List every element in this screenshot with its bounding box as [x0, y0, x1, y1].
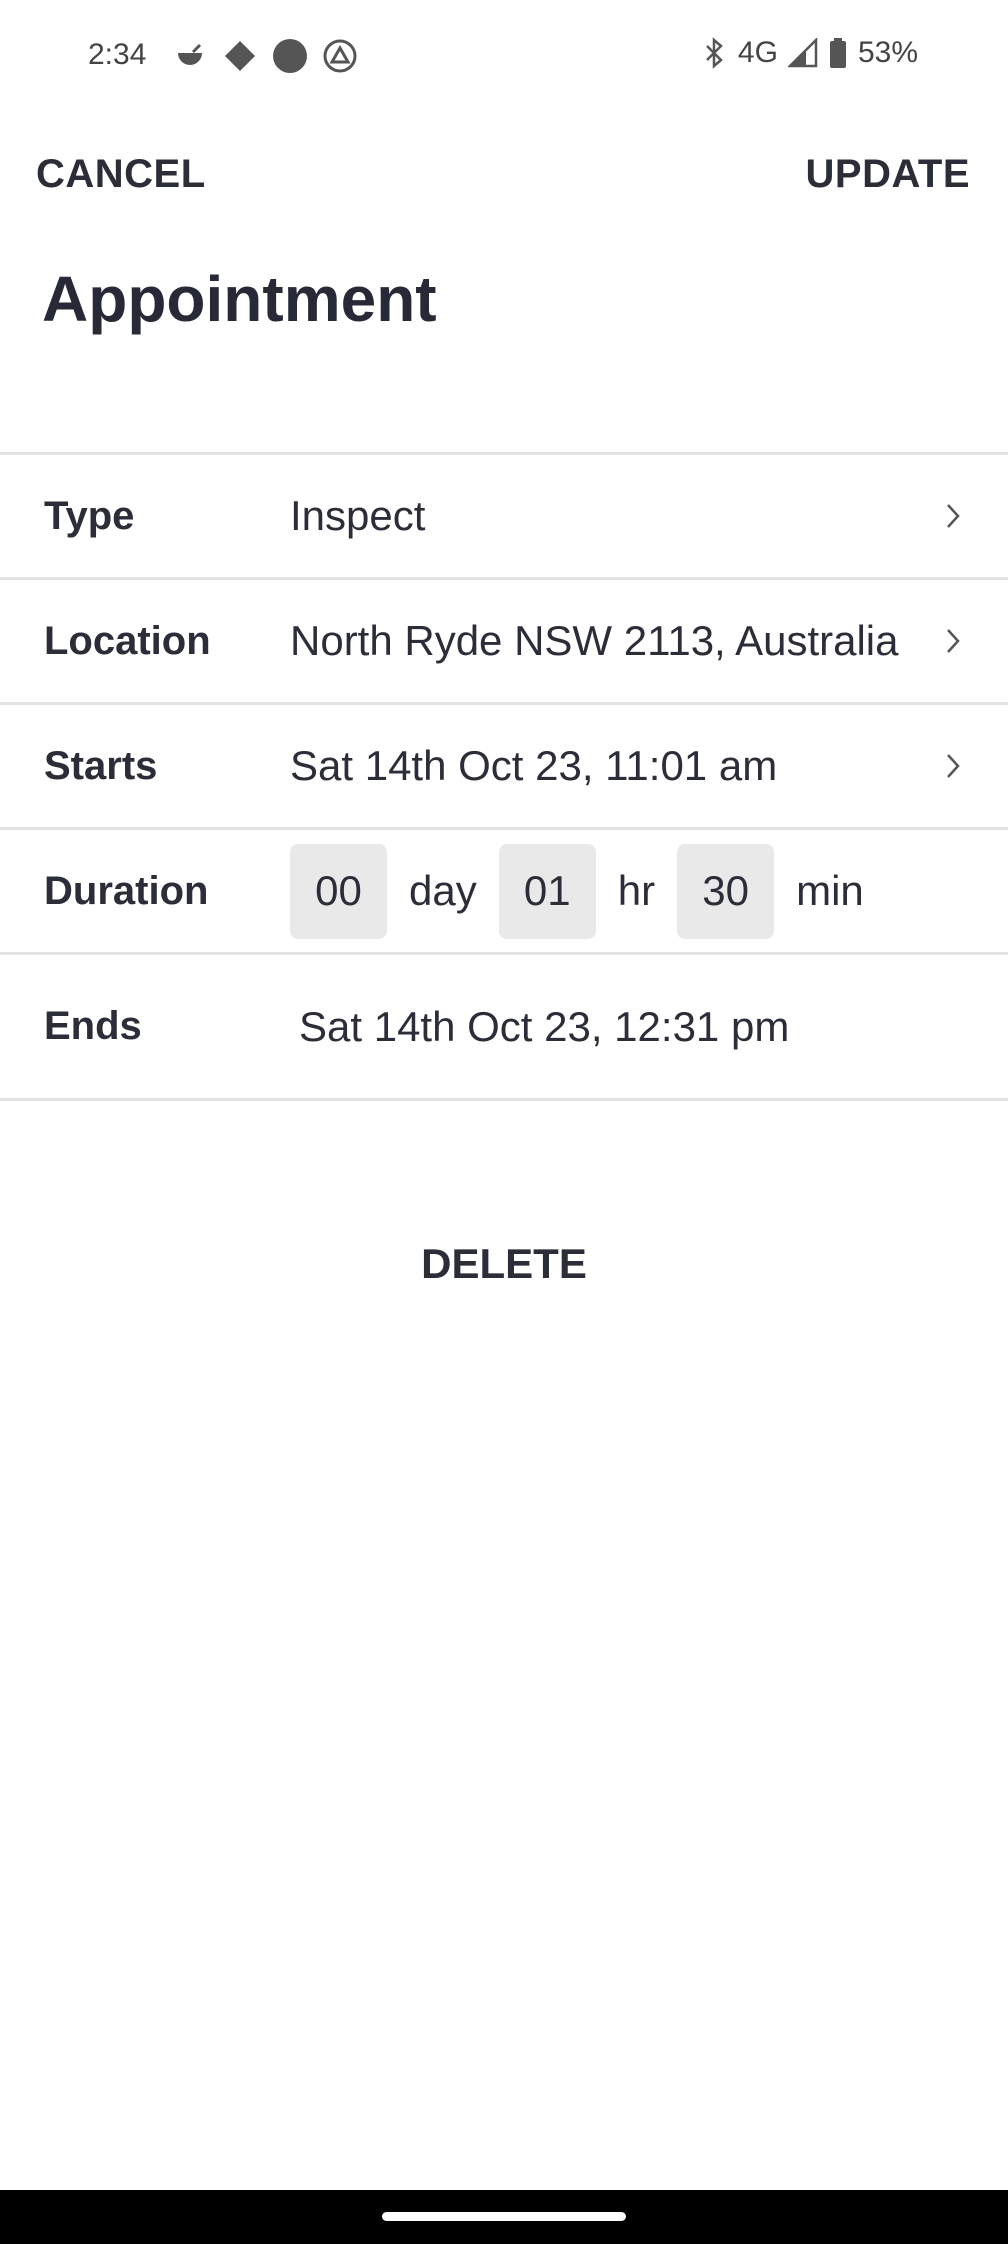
ends-row: Ends Sat 14th Oct 23, 12:31 pm: [0, 955, 1008, 1101]
bowl-icon: [172, 38, 208, 74]
navigation-bar: [0, 2190, 1008, 2244]
chevron-right-icon: [938, 751, 968, 781]
starts-row[interactable]: Starts Sat 14th Oct 23, 11:01 am: [0, 705, 1008, 830]
duration-days-input[interactable]: 00: [290, 843, 387, 939]
type-label: Type: [44, 493, 135, 538]
starts-label: Starts: [44, 743, 158, 788]
type-row[interactable]: Type Inspect: [0, 455, 1008, 580]
location-value: North Ryde NSW 2113, Australia: [290, 617, 899, 664]
duration-row: Duration 00 day 01 hr 30 min: [0, 830, 1008, 955]
network-type: 4G: [737, 36, 778, 69]
battery-icon: [828, 37, 848, 69]
starts-value: Sat 14th Oct 23, 11:01 am: [290, 742, 778, 789]
cancel-button[interactable]: CANCEL: [36, 152, 206, 197]
status-bar: 2:34 4G 53%: [0, 0, 1008, 116]
triangle-icon: [322, 38, 358, 74]
ends-value: Sat 14th Oct 23, 12:31 pm: [299, 1002, 790, 1050]
status-indicators: 4G 53%: [702, 36, 918, 70]
notification-icons: [172, 38, 358, 74]
bluetooth-icon: [702, 36, 728, 70]
duration-minutes-input[interactable]: 30: [677, 843, 775, 939]
circle-icon: [272, 38, 308, 74]
duration-minute-unit: min: [796, 867, 864, 914]
duration-day-unit: day: [409, 867, 477, 914]
duration-hour-unit: hr: [617, 867, 656, 914]
battery-percent: 53%: [857, 36, 918, 69]
location-row[interactable]: Location North Ryde NSW 2113, Australia: [0, 580, 1008, 705]
chevron-right-icon: [938, 501, 968, 531]
appointment-form: Type Inspect Location North Ryde NSW 211…: [0, 452, 1008, 1101]
duration-label: Duration: [44, 868, 209, 913]
update-button[interactable]: UPDATE: [806, 152, 970, 197]
signal-icon: [787, 38, 818, 68]
location-label: Location: [44, 618, 211, 663]
chevron-right-icon: [938, 626, 968, 656]
ends-label: Ends: [44, 1004, 142, 1048]
duration-hours-input[interactable]: 01: [498, 843, 596, 939]
type-value: Inspect: [290, 492, 426, 539]
delete-button[interactable]: DELETE: [0, 1240, 1008, 1288]
diamond-icon: [222, 38, 258, 74]
duration-fields: 00 day 01 hr 30 min: [290, 843, 886, 939]
home-gesture-handle[interactable]: [382, 2212, 626, 2221]
page-title: Appointment: [42, 263, 437, 335]
status-time: 2:34: [88, 38, 147, 71]
